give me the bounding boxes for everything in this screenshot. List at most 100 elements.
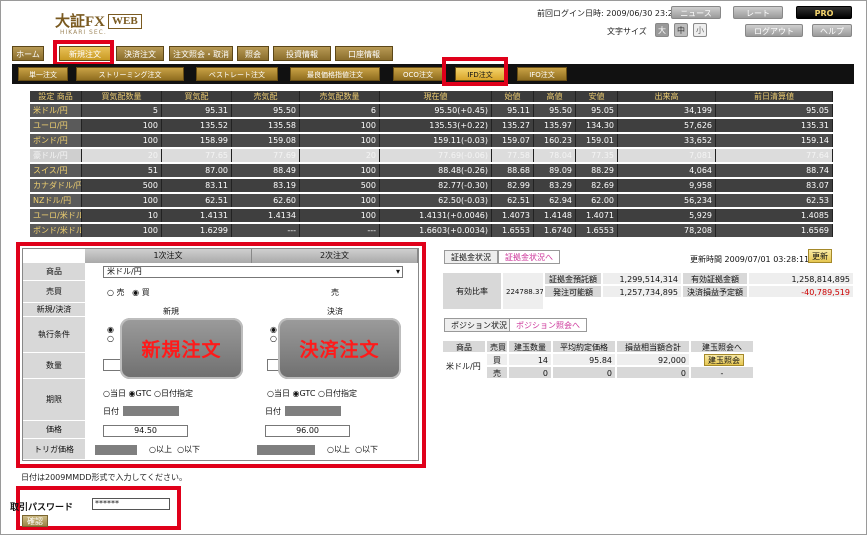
rate-row[interactable]: 豪ドル/円 20 77.65 77.69 20 77.69(-0.06) 77.58 78.0… <box>30 149 833 162</box>
trigger-input-2[interactable] <box>257 445 315 455</box>
font-size-medium-button[interactable]: 中 <box>674 23 688 37</box>
rates-header-cell: 始値 <box>492 91 534 102</box>
rate-row[interactable]: ユーロ/円 100 135.52 135.58 100 135.53(+0.22) 135.… <box>30 119 833 132</box>
trigger-input-1[interactable] <box>95 445 137 455</box>
rate-cell: 159.01 <box>576 134 618 147</box>
rate-row[interactable]: スイス/円 51 87.00 88.49 100 88.48(-0.26) 88.68 89.… <box>30 164 833 177</box>
tab-streaming-order[interactable]: ストリーミング注文 <box>76 67 184 81</box>
rate-button[interactable]: レート <box>733 6 783 19</box>
logo-web-badge: WEB <box>108 14 142 29</box>
rate-cell: 33,652 <box>618 134 716 147</box>
radio-buy[interactable]: ◉ <box>132 288 139 297</box>
rate-cell: 82.99 <box>492 179 534 192</box>
second-type-text: 決済 <box>327 307 343 316</box>
font-size-small-button[interactable]: 小 <box>693 23 707 37</box>
rate-cell: 100 <box>300 194 380 207</box>
password-input[interactable]: ****** <box>92 498 170 510</box>
tab-best-rate-order[interactable]: ベストレート注文 <box>196 67 278 81</box>
pro-button[interactable]: PRO <box>796 6 852 19</box>
date-input-2[interactable] <box>285 406 341 416</box>
refresh-button[interactable]: 更新 <box>808 249 832 263</box>
execution-radio-2[interactable]: ◉ ○ <box>270 325 277 343</box>
tab-order-inquiry[interactable]: 注文照会・取消 <box>169 46 233 61</box>
rate-row[interactable]: NZドル/円 100 62.51 62.60 100 62.50(-0.03) 62.51 6… <box>30 194 833 207</box>
trigger-options-2: ○以上 ○以下 <box>327 444 378 455</box>
execution-radio-1[interactable]: ◉ ○ <box>107 325 114 343</box>
radio-date-1[interactable]: ○ <box>154 389 161 398</box>
sub-nav: 単一注文 ストリーミング注文 ベストレート注文 最良価格指値注文 OCO注文 I… <box>12 64 854 84</box>
font-size-large-button[interactable]: 大 <box>655 23 669 37</box>
rate-cell: 1.6553 <box>576 224 618 237</box>
rate-cell: 82.69 <box>576 179 618 192</box>
radio-today-1[interactable]: ○ <box>103 389 110 398</box>
rate-cell: 77.69 <box>232 149 300 162</box>
tab-best-limit-order[interactable]: 最良価格指値注文 <box>290 67 380 81</box>
radio-sell[interactable]: ○ <box>107 288 114 297</box>
tab-settle-order[interactable]: 決済注文 <box>116 46 164 61</box>
logout-button[interactable]: ログアウト <box>745 24 803 37</box>
position-product: 米ドル/円 <box>442 353 486 379</box>
position-header-cell: 商品 <box>442 340 486 353</box>
option-label: 日付指定 <box>160 389 193 398</box>
position-status-tab[interactable]: ポジション状況 <box>444 318 514 332</box>
effective-margin-value: 1,258,814,895 <box>748 272 854 285</box>
rate-cell: 62.53 <box>716 194 833 207</box>
news-button[interactable]: ニュース <box>671 6 721 19</box>
rate-cell: 95.50(+0.45) <box>380 104 492 117</box>
radio-gtc-1[interactable]: ◉ <box>129 389 136 398</box>
margin-status-link[interactable]: 証拠金状況へ <box>498 250 560 264</box>
main-nav: ホーム 新規注文 決済注文 注文照会・取消 照会 投資情報 口座情報 <box>12 46 854 61</box>
rate-cell: 1.4148 <box>534 209 576 222</box>
tab-single-order[interactable]: 単一注文 <box>18 67 68 81</box>
orderable-label: 発注可能額 <box>544 285 602 298</box>
position-inquiry-button[interactable]: 建玉照会 <box>704 354 744 366</box>
rate-row[interactable]: ユーロ/米ドル 10 1.4131 1.4134 100 1.4131(+0.0046) 1… <box>30 209 833 222</box>
rate-cell: 5,929 <box>618 209 716 222</box>
position-status-link[interactable]: ポジション照会へ <box>509 318 587 332</box>
price-input-1[interactable]: 94.50 <box>103 425 188 437</box>
help-button[interactable]: ヘルプ <box>812 24 852 37</box>
confirm-button[interactable]: 確認 <box>22 515 48 527</box>
rate-cell: 34,199 <box>618 104 716 117</box>
product-select[interactable]: 米ドル/円 ▾ <box>103 266 403 278</box>
rate-row[interactable]: 米ドル/円 5 95.31 95.50 6 95.50(+0.45) 95.11 95.50 9… <box>30 104 833 117</box>
rate-cell: 134.30 <box>576 119 618 132</box>
rate-pair: ポンド/円 <box>30 134 82 147</box>
tab-oco-order[interactable]: OCO注文 <box>393 67 443 81</box>
tab-investment-info[interactable]: 投資情報 <box>273 46 331 61</box>
rate-cell: 159.14 <box>716 134 833 147</box>
tab-ifo-order[interactable]: IFO注文 <box>517 67 567 81</box>
rate-row[interactable]: ポンド/円 100 158.99 159.08 100 159.11(-0.03) 159.… <box>30 134 833 147</box>
margin-status-tab[interactable]: 証拠金状況 <box>444 250 498 264</box>
rate-row[interactable]: ポンド/米ドル 100 1.6299 --- --- 1.6603(+0.0034) 1.6… <box>30 224 833 237</box>
date-input-1[interactable] <box>123 406 179 416</box>
rate-cell: 95.50 <box>232 104 300 117</box>
rate-cell: 88.49 <box>232 164 300 177</box>
rate-cell: 135.52 <box>162 119 232 132</box>
radio-gtc-2[interactable]: ◉ <box>293 389 300 398</box>
radio-below-2[interactable]: ○ <box>355 445 362 454</box>
rate-cell: 1.6553 <box>492 224 534 237</box>
rate-cell: 1.4131(+0.0046) <box>380 209 492 222</box>
price-input-2[interactable]: 96.00 <box>265 425 350 437</box>
radio-today-2[interactable]: ○ <box>267 389 274 398</box>
tab-home[interactable]: ホーム <box>12 46 44 61</box>
rate-cell: 56,234 <box>618 194 716 207</box>
radio-below-1[interactable]: ○ <box>177 445 184 454</box>
tab-account-info[interactable]: 口座情報 <box>335 46 393 61</box>
tab-inquiry[interactable]: 照会 <box>237 46 269 61</box>
radio-above-2[interactable]: ○ <box>327 445 334 454</box>
password-label: 取引パスワード <box>10 503 74 513</box>
orderable-value: 1,257,734,895 <box>602 285 682 298</box>
position-avg-buy: 95.84 <box>552 353 616 366</box>
rate-row[interactable]: カナダドル/円 500 83.11 83.19 500 82.77(-0.30) 82.99… <box>30 179 833 192</box>
rate-cell: 135.58 <box>232 119 300 132</box>
rate-cell: --- <box>232 224 300 237</box>
rate-pair: 米ドル/円 <box>30 104 82 117</box>
radio-above-1[interactable]: ○ <box>149 445 156 454</box>
rate-cell: 77.35 <box>576 149 618 162</box>
radio-date-2[interactable]: ○ <box>318 389 325 398</box>
label-trigger-price: トリガ価格 <box>23 439 85 460</box>
first-type-text: 新規 <box>163 307 179 316</box>
rate-cell: 95.05 <box>576 104 618 117</box>
